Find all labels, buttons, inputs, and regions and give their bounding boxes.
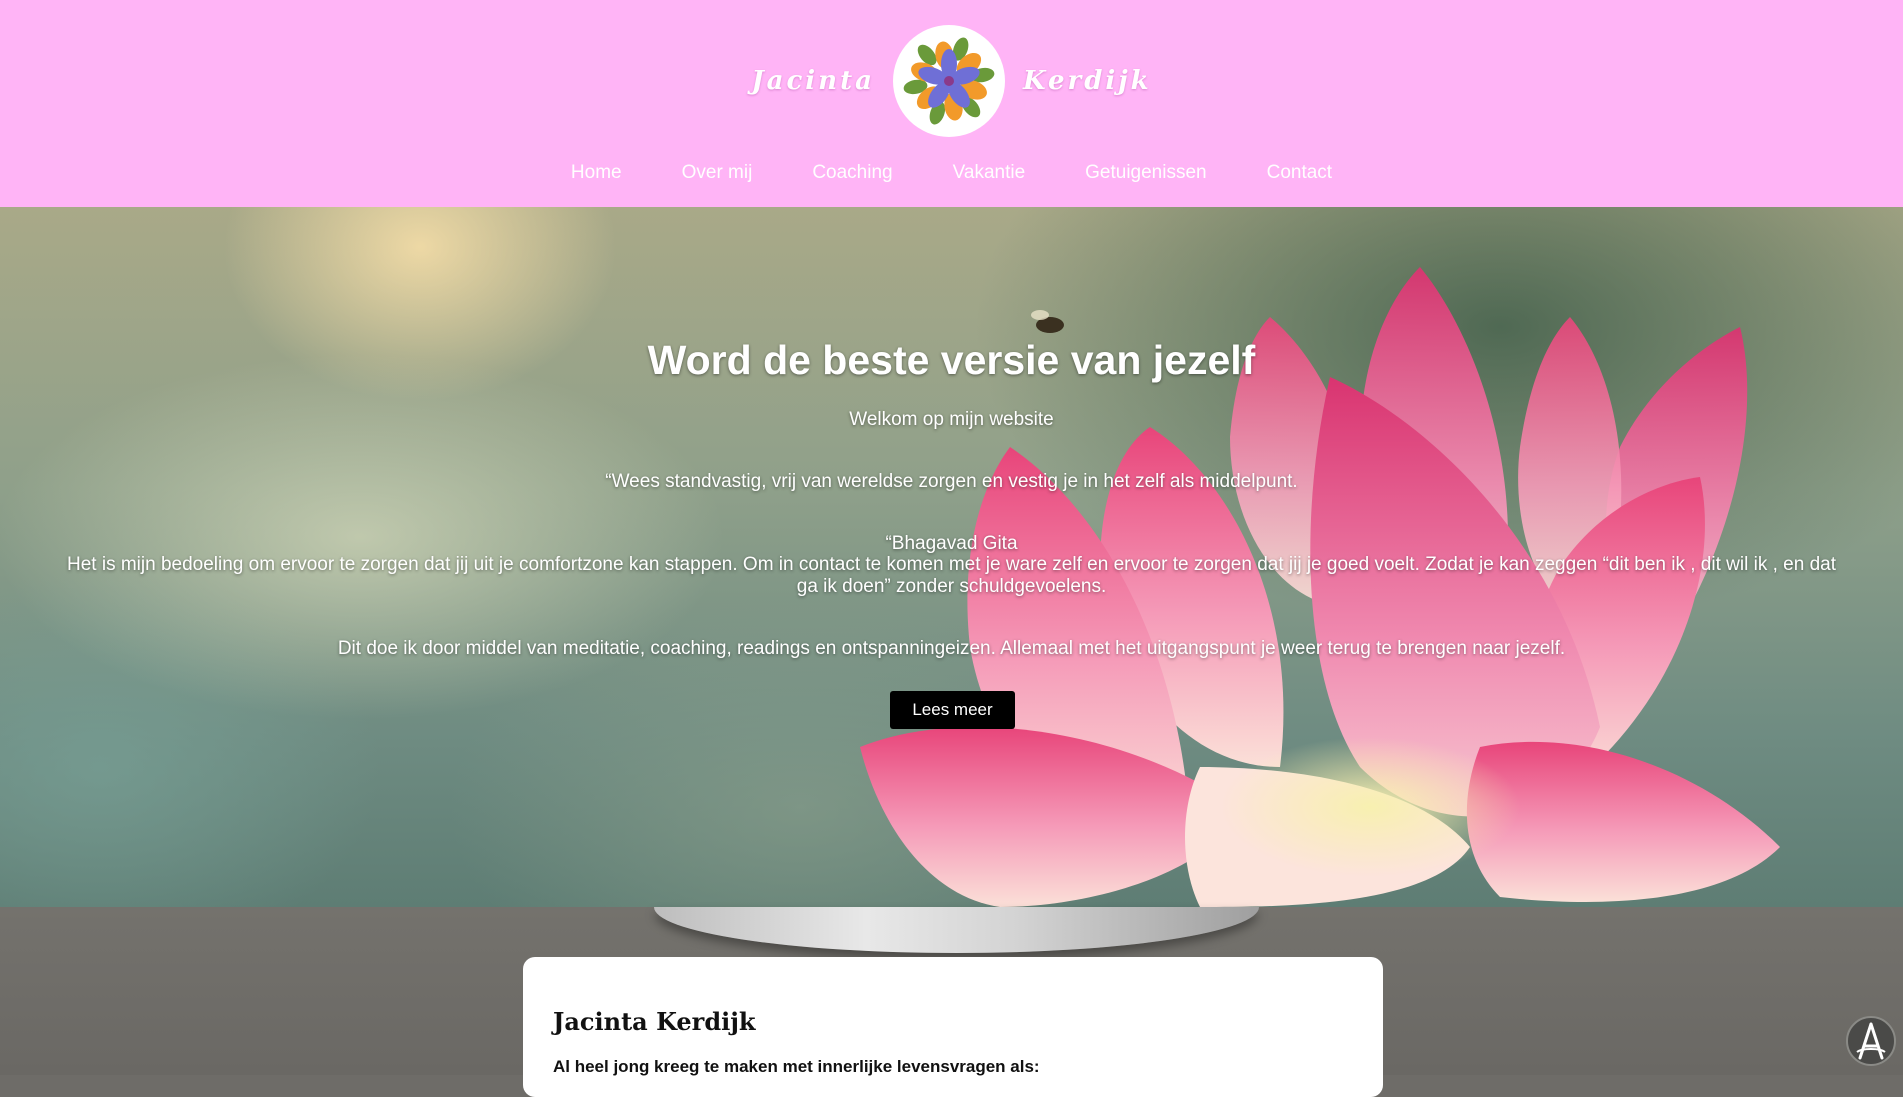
nav-coaching[interactable]: Coaching [782,162,922,184]
hero-paragraph-line-1: Het is mijn bedoeling om ervoor te zorge… [67,554,1836,575]
hero-quote-source: “Bhagavad Gita [885,533,1018,554]
lees-meer-button[interactable]: Lees meer [890,691,1015,729]
hero-paragraph-line-2: ga ik doen” zonder schuldgevoelens. [796,576,1107,597]
hero-paragraph-2: Dit doe ik door middel van meditatie, co… [337,638,1566,659]
hero-quote: “Wees standvastig, vrij van wereldse zor… [605,471,1298,492]
intro-card: Jacinta Kerdijk Al heel jong kreeg te ma… [523,957,1383,1097]
nav-home[interactable]: Home [541,162,652,184]
hero-title: Word de beste versie van jezelf [647,337,1256,383]
site-header: Jacinta Kerdijk Home Over mij Coaching V… [0,0,1903,207]
card-text: Al heel jong kreeg te maken met innerlij… [553,1057,1040,1076]
nav-getuigenissen[interactable]: Getuigenissen [1055,162,1236,184]
brand[interactable]: Jacinta Kerdijk [0,22,1903,140]
nav-contact[interactable]: Contact [1237,162,1362,184]
brand-last-name: Kerdijk [1022,66,1152,96]
brand-first-name: Jacinta [751,66,875,96]
stone-pedestal [654,907,1259,953]
hero-section: Word de beste versie van jezelf Welkom o… [0,207,1903,907]
flower-logo-icon[interactable] [892,25,1005,137]
hero-subtitle: Welkom op mijn website [849,409,1054,430]
nav-over-mij[interactable]: Over mij [652,162,783,184]
card-title: Jacinta Kerdijk [553,1007,756,1036]
hero-paragraph: Het is mijn bedoeling om ervoor te zorge… [0,554,1903,598]
main-nav: Home Over mij Coaching Vakantie Getuigen… [0,162,1903,184]
accessibility-icon[interactable] [1846,1016,1896,1066]
nav-vakantie[interactable]: Vakantie [923,162,1056,184]
